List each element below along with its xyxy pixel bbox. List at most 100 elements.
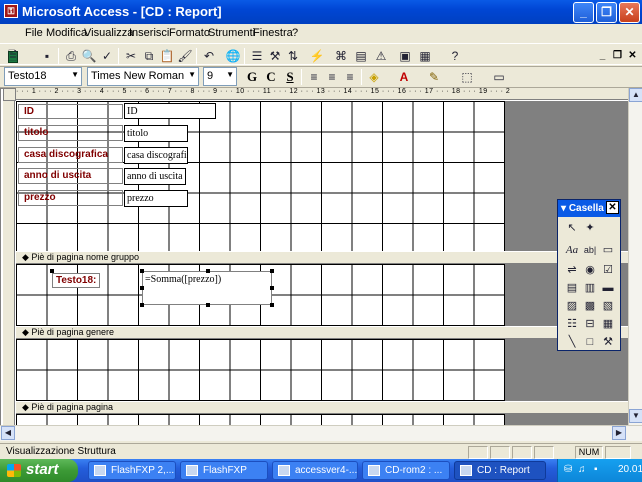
menu-file[interactable]: File bbox=[25, 27, 43, 39]
scroll-up-icon[interactable]: ▲ bbox=[629, 88, 642, 102]
tab-control-icon[interactable]: ⊟ bbox=[582, 316, 598, 332]
print-icon[interactable]: ⎙ bbox=[62, 47, 80, 65]
textbox-tool-icon[interactable]: ab| bbox=[582, 242, 598, 258]
spelling-icon[interactable]: ✓ bbox=[98, 47, 116, 65]
checkbox-tool-icon[interactable]: ☑ bbox=[600, 262, 616, 278]
select-objects-icon[interactable]: ↖ bbox=[564, 220, 580, 236]
align-center-icon[interactable]: ≡ bbox=[323, 68, 341, 86]
menu-formato[interactable]: Formato bbox=[169, 27, 210, 39]
taskbar-item-flashfxp[interactable]: FlashFXP bbox=[180, 461, 268, 480]
taskbar-item-accessver4[interactable]: accessver4-... bbox=[272, 461, 358, 480]
taskbar-item-cd-rom2[interactable]: CD-rom2 : ... bbox=[362, 461, 450, 480]
field-list-icon[interactable]: ☰ bbox=[248, 47, 266, 65]
toolbox-titlebar[interactable]: ▾ Casella ✕ bbox=[558, 200, 620, 217]
properties-icon[interactable]: ▤ bbox=[352, 47, 370, 65]
label-tool-icon[interactable]: Aa bbox=[564, 242, 580, 258]
close-icon[interactable]: ✕ bbox=[606, 201, 619, 214]
toggle-button-icon[interactable]: ⇌ bbox=[564, 262, 580, 278]
view-icon[interactable]: 🗎 bbox=[4, 47, 22, 65]
windows-logo-icon bbox=[7, 464, 21, 477]
option-group-icon[interactable]: ▭ bbox=[600, 242, 616, 258]
menu-strumenti[interactable]: Strumenti bbox=[208, 27, 255, 39]
underline-button[interactable]: S bbox=[281, 68, 299, 86]
access-key-icon[interactable]: ⚿ bbox=[4, 4, 18, 18]
report-footer-bar[interactable]: ◆ Piè di pagina genere bbox=[16, 326, 628, 339]
combo-box-icon[interactable]: ▤ bbox=[564, 280, 580, 296]
font-color-icon[interactable]: A bbox=[395, 68, 413, 86]
scroll-right-icon[interactable]: ▶ bbox=[612, 426, 626, 440]
control-wizards-icon[interactable]: ✦ bbox=[582, 220, 598, 236]
menu-inserisci[interactable]: Inserisci bbox=[129, 27, 169, 39]
font-size-combo[interactable]: 9 ▼ bbox=[203, 67, 237, 86]
toolbox-window[interactable]: ▾ Casella ✕ ↖ ✦ Aa ab| ▭ ⇌ ◉ ☑ ▤ ▥ ▬ ▨ ▩ … bbox=[557, 199, 621, 351]
line-width-icon[interactable]: ⬚ bbox=[458, 68, 476, 86]
help-icon[interactable]: ? bbox=[446, 47, 464, 65]
network-icon[interactable]: ⛁ bbox=[564, 459, 572, 481]
page-break-icon[interactable]: ☷ bbox=[564, 316, 580, 332]
field-textbox-id[interactable]: ID bbox=[124, 103, 216, 119]
unbound-object-icon[interactable]: ▩ bbox=[582, 298, 598, 314]
page-footer-bar[interactable]: ◆ Piè di pagina pagina bbox=[16, 401, 628, 414]
horizontal-scrollbar[interactable]: ◀ ▶ bbox=[0, 425, 642, 441]
undo-icon[interactable]: ↶ bbox=[200, 47, 218, 65]
database-window-icon[interactable]: ▣ bbox=[396, 47, 414, 65]
vertical-scrollbar[interactable]: ▲ ▼ bbox=[628, 88, 642, 425]
hyperlink-icon[interactable]: 🌐 bbox=[224, 47, 242, 65]
align-left-icon[interactable]: ≡ bbox=[305, 68, 323, 86]
image-tool-icon[interactable]: ▨ bbox=[564, 298, 580, 314]
line-tool-icon[interactable]: ╲ bbox=[564, 334, 580, 350]
align-right-icon[interactable]: ≡ bbox=[341, 68, 359, 86]
bold-button[interactable]: G bbox=[243, 68, 261, 86]
fill-color-icon[interactable]: ◈ bbox=[365, 68, 383, 86]
scroll-down-icon[interactable]: ▼ bbox=[629, 409, 642, 423]
command-button-icon[interactable]: ▬ bbox=[600, 280, 616, 296]
toolbox-icon[interactable]: ⚒ bbox=[266, 47, 284, 65]
maximize-button[interactable]: ❐ bbox=[596, 2, 617, 23]
volume-icon[interactable]: ♫ bbox=[578, 459, 586, 481]
group-footer-bar[interactable]: ◆ Piè di pagina nome gruppo bbox=[16, 251, 628, 264]
cut-icon[interactable]: ✂ bbox=[122, 47, 140, 65]
clock[interactable]: 20.01 bbox=[618, 459, 642, 481]
bound-object-icon[interactable]: ▧ bbox=[600, 298, 616, 314]
more-controls-icon[interactable]: ⚒ bbox=[600, 334, 616, 350]
list-box-icon[interactable]: ▥ bbox=[582, 280, 598, 296]
minimize-button[interactable]: _ bbox=[573, 2, 594, 23]
save-icon[interactable]: ▪ bbox=[38, 47, 56, 65]
new-object-icon[interactable]: ▦ bbox=[416, 47, 434, 65]
line-color-icon[interactable]: ✎ bbox=[425, 68, 443, 86]
format-painter-icon[interactable]: 🖌 bbox=[176, 47, 194, 65]
object-combo[interactable]: Testo18 ▼ bbox=[4, 67, 82, 86]
close-button[interactable]: ✕ bbox=[619, 2, 640, 23]
paste-icon[interactable]: 📋 bbox=[158, 47, 176, 65]
special-effect-icon[interactable]: ▭ bbox=[490, 68, 508, 86]
start-button[interactable]: start bbox=[0, 459, 78, 482]
copy-icon[interactable]: ⧉ bbox=[140, 47, 158, 65]
field-textbox-anno-di-uscita[interactable]: anno di uscita bbox=[124, 168, 186, 185]
rectangle-tool-icon[interactable]: □ bbox=[582, 334, 598, 350]
ruler-corner[interactable] bbox=[3, 88, 16, 101]
menu-finestra[interactable]: Finestra bbox=[253, 27, 293, 39]
sum-expression-textbox[interactable]: =Somma([prezzo]) bbox=[142, 271, 272, 305]
option-button-icon[interactable]: ◉ bbox=[582, 262, 598, 278]
scroll-left-icon[interactable]: ◀ bbox=[1, 426, 15, 440]
menu-visualizza[interactable]: Visualizza bbox=[84, 27, 133, 39]
menu-help[interactable]: ? bbox=[292, 27, 298, 39]
field-textbox-casa-discografica[interactable]: casa discografic bbox=[124, 147, 188, 164]
page-footer-section[interactable] bbox=[16, 414, 505, 425]
field-textbox-titolo[interactable]: titolo bbox=[124, 125, 188, 142]
menu-modifica[interactable]: Modifica bbox=[46, 27, 87, 39]
tray-app-icon[interactable]: ▪ bbox=[594, 459, 598, 481]
build-icon[interactable]: ⚠ bbox=[372, 47, 390, 65]
sorting-grouping-icon[interactable]: ⇅ bbox=[284, 47, 302, 65]
field-textbox-prezzo[interactable]: prezzo bbox=[124, 190, 188, 207]
subreport-icon[interactable]: ▦ bbox=[600, 316, 616, 332]
report-footer-section[interactable] bbox=[16, 339, 505, 401]
code-icon[interactable]: ⌘ bbox=[332, 47, 350, 65]
print-preview-icon[interactable]: 🔍 bbox=[80, 47, 98, 65]
autoformat-icon[interactable]: ⚡ bbox=[308, 47, 326, 65]
font-combo[interactable]: Times New Roman ▼ bbox=[87, 67, 199, 86]
taskbar-item-flashfxp-2[interactable]: FlashFXP 2,... bbox=[88, 461, 176, 480]
italic-button[interactable]: C bbox=[262, 68, 280, 86]
sum-label[interactable]: Testo18: bbox=[52, 273, 101, 288]
taskbar-item-cd-report[interactable]: CD : Report bbox=[454, 461, 546, 480]
